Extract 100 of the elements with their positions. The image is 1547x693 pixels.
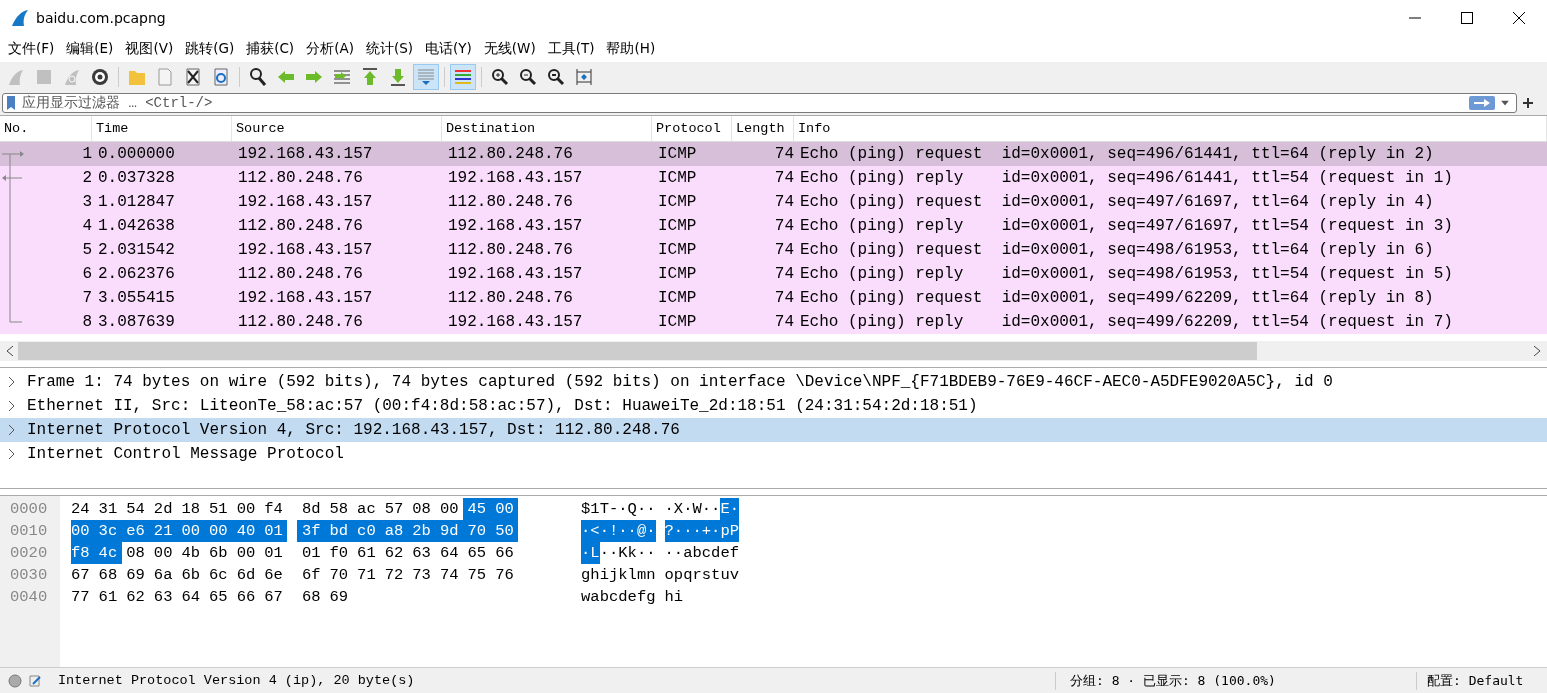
ascii-char[interactable]: @ — [636, 520, 647, 542]
hex-byte[interactable]: 63 — [149, 586, 177, 608]
hex-byte[interactable]: c0 — [352, 520, 381, 542]
bookmark-icon[interactable] — [6, 95, 16, 111]
hex-byte[interactable]: 51 — [204, 498, 233, 520]
ascii-char[interactable]: · — [618, 520, 628, 542]
hex-byte[interactable]: 6d — [232, 564, 260, 586]
ascii-char[interactable]: · — [664, 542, 674, 564]
hex-byte[interactable]: ac — [352, 498, 381, 520]
maximize-icon[interactable] — [1461, 11, 1473, 24]
hex-byte[interactable]: 08 — [121, 542, 150, 564]
hex-byte[interactable]: 75 — [463, 564, 491, 586]
column-header[interactable]: Protocol — [652, 116, 732, 141]
scrollbar-thumb[interactable] — [18, 342, 1257, 360]
ascii-char[interactable]: f — [636, 586, 647, 608]
ascii-char[interactable]: · — [646, 542, 656, 564]
ascii-char[interactable]: T — [599, 498, 609, 520]
ascii-char[interactable]: i — [599, 564, 609, 586]
hex-byte[interactable]: 2b — [407, 520, 436, 542]
ascii-char[interactable]: k — [618, 564, 628, 586]
toolbar-button[interactable] — [450, 63, 476, 90]
dropdown-caret-icon[interactable] — [1501, 100, 1509, 106]
ascii-char[interactable]: l — [627, 564, 637, 586]
hex-byte[interactable]: 65 — [204, 586, 233, 608]
hex-byte[interactable]: 00 — [232, 498, 260, 520]
hex-byte[interactable]: e6 — [121, 520, 150, 542]
ascii-char[interactable]: p — [720, 520, 730, 542]
ascii-char[interactable]: · — [664, 498, 674, 520]
column-header[interactable]: Destination — [442, 116, 652, 141]
ascii-char[interactable]: · — [673, 520, 684, 542]
ascii-char[interactable]: g — [581, 564, 591, 586]
hex-byte[interactable]: 61 — [94, 586, 122, 608]
hex-byte[interactable]: 68 — [297, 586, 325, 608]
ascii-char[interactable]: · — [692, 520, 702, 542]
ascii-char[interactable]: n — [646, 564, 656, 586]
menu-item[interactable]: 统计(S) — [359, 37, 420, 60]
hex-byte[interactable]: 6f — [297, 564, 325, 586]
hex-byte[interactable]: 74 — [435, 564, 464, 586]
packet-row[interactable]: 8 3.087639 112.80.248.76 192.168.43.157 ICMP 74 Echo (ping) reply id=0x0001, seq=499/62209, ttl=54 (request in 7) — [0, 310, 1547, 334]
column-header[interactable]: Length — [732, 116, 794, 141]
ascii-char[interactable]: P — [729, 520, 739, 542]
menu-item[interactable]: 分析(A) — [300, 37, 360, 60]
ascii-char[interactable]: i — [673, 586, 684, 608]
menu-item[interactable]: 工具(T) — [541, 37, 601, 60]
ascii-char[interactable]: · — [673, 542, 684, 564]
menu-item[interactable]: 编辑(E) — [60, 37, 120, 60]
hex-byte[interactable]: 69 — [325, 586, 353, 608]
detail-row[interactable]: Ethernet II, Src: LiteonTe_58:ac:57 (00:f4:8d:58:ac:57), Dst: HuaweiTe_2d:18:51 (24:31:54:2d:18:51) — [0, 394, 1547, 418]
hex-byte[interactable]: 00 — [490, 498, 519, 520]
hex-byte[interactable]: 62 — [121, 586, 150, 608]
ascii-char[interactable]: u — [720, 564, 730, 586]
hex-byte[interactable]: 62 — [380, 542, 408, 564]
ascii-char[interactable]: · — [683, 498, 693, 520]
ascii-char[interactable]: · — [581, 520, 591, 542]
menu-item[interactable]: 电话(Y) — [419, 37, 478, 60]
ascii-char[interactable]: 1 — [590, 498, 600, 520]
hex-byte[interactable]: 01 — [297, 542, 325, 564]
ascii-char[interactable]: · — [581, 542, 591, 564]
ascii-char[interactable]: K — [618, 542, 628, 564]
hex-byte[interactable]: 3c — [94, 520, 122, 542]
ascii-char[interactable]: - — [608, 498, 619, 520]
hex-byte[interactable]: 18 — [176, 498, 205, 520]
hex-byte[interactable]: 24 — [71, 498, 95, 520]
hex-byte[interactable]: 4c — [94, 542, 122, 564]
status-indicator-icon[interactable] — [8, 673, 22, 688]
menu-item[interactable]: 捕获(C) — [240, 37, 301, 60]
ascii-char[interactable]: p — [673, 564, 684, 586]
hex-byte[interactable]: f8 — [71, 542, 95, 564]
menu-item[interactable]: 帮助(H) — [600, 37, 662, 60]
hex-byte[interactable]: 66 — [232, 586, 260, 608]
ascii-char[interactable]: · — [711, 520, 721, 542]
hex-byte[interactable]: f0 — [325, 542, 353, 564]
ascii-char[interactable]: $ — [581, 498, 591, 520]
hex-byte[interactable]: 6b — [176, 564, 205, 586]
ascii-char[interactable]: g — [646, 586, 656, 608]
scroll-right-icon[interactable] — [1533, 346, 1541, 356]
ascii-char[interactable]: · — [636, 498, 647, 520]
hex-byte[interactable]: 66 — [490, 542, 519, 564]
hex-byte[interactable]: 68 — [94, 564, 122, 586]
hex-byte[interactable]: 6b — [204, 542, 233, 564]
ascii-char[interactable]: X — [673, 498, 684, 520]
hex-byte[interactable]: 00 — [149, 542, 177, 564]
column-header[interactable]: Time — [92, 116, 232, 141]
hex-byte[interactable]: 6e — [259, 564, 288, 586]
ascii-char[interactable]: · — [599, 520, 609, 542]
ascii-char[interactable]: · — [636, 542, 647, 564]
ascii-char[interactable]: b — [599, 586, 609, 608]
close-icon[interactable] — [1513, 11, 1525, 24]
ascii-char[interactable]: h — [590, 564, 600, 586]
hex-byte[interactable]: 67 — [71, 564, 95, 586]
column-header[interactable]: Source — [232, 116, 442, 141]
ascii-char[interactable]: o — [664, 564, 674, 586]
hex-byte[interactable]: 77 — [71, 586, 95, 608]
ascii-char[interactable]: · — [646, 520, 656, 542]
ascii-char[interactable]: v — [729, 564, 739, 586]
hex-byte[interactable]: 58 — [325, 498, 353, 520]
edit-note-icon[interactable] — [28, 673, 42, 688]
ascii-char[interactable]: w — [581, 586, 591, 608]
hex-byte[interactable]: 00 — [435, 498, 464, 520]
hex-byte[interactable]: 70 — [463, 520, 491, 542]
